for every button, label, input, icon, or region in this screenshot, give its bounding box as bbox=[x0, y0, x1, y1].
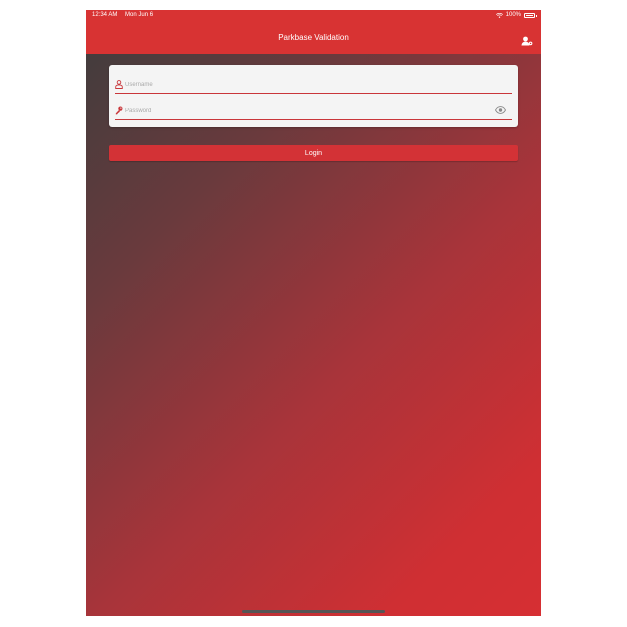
app-screen: 12:34 AM Mon Jun 6 100% Parkbase Validat… bbox=[86, 10, 541, 616]
login-button[interactable]: Login bbox=[109, 145, 518, 161]
eye-icon[interactable] bbox=[495, 106, 506, 114]
user-icon bbox=[115, 80, 123, 89]
page-title: Parkbase Validation bbox=[278, 33, 349, 42]
navbar: Parkbase Validation bbox=[86, 21, 541, 54]
user-settings-icon[interactable] bbox=[521, 36, 533, 46]
home-indicator bbox=[242, 610, 385, 613]
key-icon bbox=[115, 106, 123, 115]
password-input[interactable] bbox=[125, 105, 485, 117]
login-form-card bbox=[109, 65, 518, 127]
password-field bbox=[115, 105, 512, 120]
username-input[interactable] bbox=[125, 79, 485, 91]
username-field bbox=[115, 79, 512, 94]
